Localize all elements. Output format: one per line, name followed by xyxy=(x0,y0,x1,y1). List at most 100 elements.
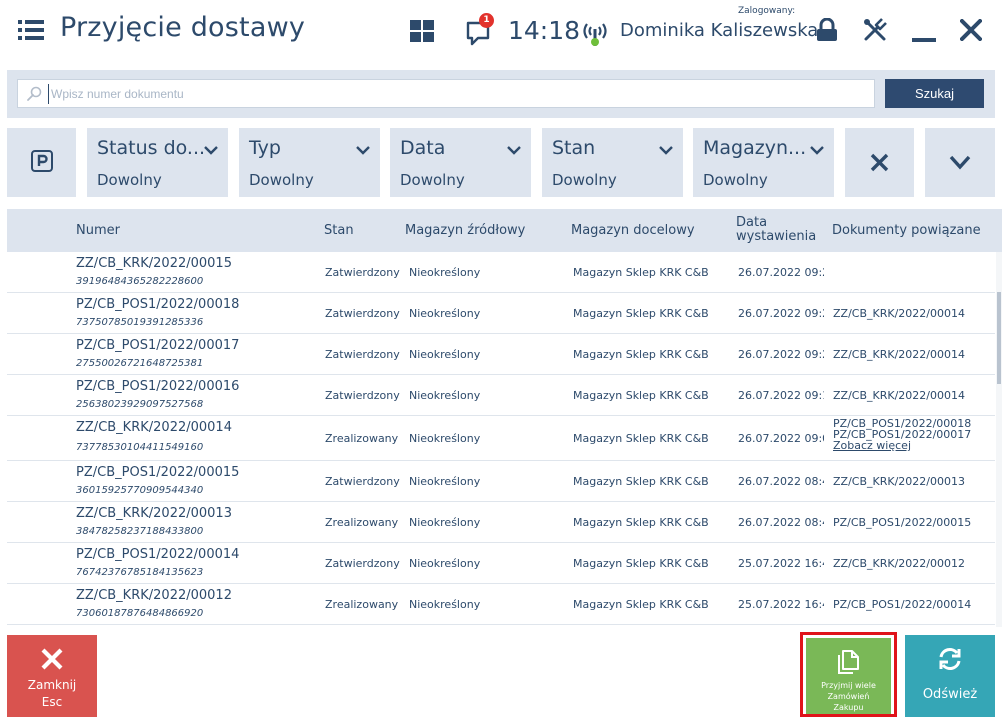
filter-value: Dowolny xyxy=(97,171,162,189)
document-state: Zrealizowany xyxy=(325,432,399,445)
filter-value: Dowolny xyxy=(400,171,465,189)
close-icon xyxy=(41,648,63,670)
issue-date: 26.07.2022 09:2 xyxy=(738,348,824,361)
menu-icon[interactable] xyxy=(18,19,44,41)
document-number: ZZ/CB_KRK/2022/00015 xyxy=(76,256,232,271)
accept-multiple-orders-label: Przyjmij wiele Zamówień Zakupu xyxy=(806,680,891,713)
column-header-target-warehouse[interactable]: Magazyn docelowy xyxy=(571,224,695,238)
search-field[interactable] xyxy=(17,79,875,108)
document-state: Zrealizowany xyxy=(325,516,399,529)
filter-label: Stan xyxy=(552,137,596,159)
documents-table: Numer Stan Magazyn źródłowy Magazyn doce… xyxy=(7,209,1002,627)
document-number: PZ/CB_POS1/2022/00016 xyxy=(76,379,240,394)
issue-date: 26.07.2022 09:2 xyxy=(738,266,824,279)
filter-state[interactable]: Stan Dowolny xyxy=(542,128,683,197)
documents-icon xyxy=(838,650,859,674)
accept-multiple-orders-button-face: Przyjmij wiele Zamówień Zakupu xyxy=(806,638,891,714)
column-header-date-line: wystawienia xyxy=(736,229,817,244)
close-button[interactable]: Zamknij Esc xyxy=(7,635,97,717)
source-warehouse: Nieokreślony xyxy=(409,307,481,320)
refresh-button[interactable]: Odśwież xyxy=(905,635,995,717)
target-warehouse: Magazyn Sklep KRK C&B xyxy=(573,307,709,320)
related-documents: PZ/CB_POS1/2022/00015 xyxy=(833,516,972,529)
table-row[interactable]: PZ/CB_POS1/2022/00014 767423767851841356… xyxy=(7,543,995,584)
search-button[interactable]: Szukaj xyxy=(885,79,984,108)
search-input[interactable] xyxy=(48,84,868,104)
source-warehouse: Nieokreślony xyxy=(409,557,481,570)
search-icon xyxy=(27,86,42,101)
column-header-related-documents[interactable]: Dokumenty powiązane xyxy=(832,224,981,238)
lock-icon[interactable] xyxy=(816,18,838,42)
document-state: Zatwierdzony xyxy=(325,475,400,488)
source-warehouse: Nieokreślony xyxy=(409,475,481,488)
tiles-icon[interactable] xyxy=(410,20,434,42)
close-label-line: Zamknij xyxy=(27,678,77,692)
document-state: Zatwierdzony xyxy=(325,266,400,279)
source-warehouse: Nieokreślony xyxy=(409,348,481,361)
filter-value: Dowolny xyxy=(703,171,768,189)
document-code: 3919648436528222860​0 xyxy=(76,276,204,287)
document-number: PZ/CB_POS1/2022/00018 xyxy=(76,297,240,312)
document-code: 76742376785184135623 xyxy=(76,567,204,578)
chevron-down-icon xyxy=(949,155,971,170)
target-warehouse: Magazyn Sklep KRK C&B xyxy=(573,475,709,488)
filter-value: Dowolny xyxy=(552,171,617,189)
chevron-down-icon xyxy=(810,146,824,155)
scrollbar-thumb[interactable] xyxy=(997,292,1001,384)
accept-label-line: Zamówień xyxy=(827,692,870,701)
chevron-down-icon xyxy=(204,146,218,155)
expand-filters-button[interactable] xyxy=(925,128,995,197)
filter-label: Magazyn... xyxy=(703,137,807,159)
search-bar: Szukaj xyxy=(7,70,995,118)
table-header: Numer Stan Magazyn źródłowy Magazyn doce… xyxy=(7,209,1002,252)
table-row[interactable]: ZZ/CB_KRK/2022/00012 7306018787648486692… xyxy=(7,584,995,625)
tools-icon[interactable] xyxy=(862,17,888,43)
related-documents: PZ/CB_POS1/2022/00014 xyxy=(833,598,972,611)
filter-warehouse[interactable]: Magazyn... Dowolny xyxy=(693,128,834,197)
document-number: ZZ/CB_KRK/2022/00013 xyxy=(76,506,232,521)
document-code: 25638023929097527568 xyxy=(76,399,204,410)
issue-date: 26.07.2022 09:0 xyxy=(738,432,824,445)
accept-multiple-orders-button[interactable]: Przyjmij wiele Zamówień Zakupu xyxy=(800,632,897,717)
table-row[interactable]: PZ/CB_POS1/2022/00017 275500267216487253… xyxy=(7,334,995,375)
table-row[interactable]: ZZ/CB_KRK/2022/00013 3847825823718843380… xyxy=(7,502,995,543)
column-header-state[interactable]: Stan xyxy=(324,224,354,238)
related-documents: ZZ/CB_KRK/2022/00012 xyxy=(833,557,965,570)
table-scrollbar[interactable] xyxy=(996,252,1002,627)
table-row[interactable]: PZ/CB_POS1/2022/00018 737507850193912853… xyxy=(7,293,995,334)
filter-status[interactable]: Status do... Dowolny xyxy=(87,128,228,197)
target-warehouse: Magazyn Sklep KRK C&B xyxy=(573,557,709,570)
document-state: Zrealizowany xyxy=(325,598,399,611)
filter-type[interactable]: Typ Dowolny xyxy=(239,128,380,197)
source-warehouse: Nieokreślony xyxy=(409,432,481,445)
filter-value: Dowolny xyxy=(249,171,314,189)
clear-filters-button[interactable] xyxy=(845,128,914,197)
target-warehouse: Magazyn Sklep KRK C&B xyxy=(573,516,709,529)
column-header-date-line: Data xyxy=(736,215,768,230)
document-state: Zatwierdzony xyxy=(325,348,400,361)
minimize-icon[interactable] xyxy=(912,18,936,44)
filter-label: Data xyxy=(400,137,446,159)
table-row[interactable]: PZ/CB_POS1/2022/00016 256380239290975275… xyxy=(7,375,995,416)
column-header-number[interactable]: Numer xyxy=(76,224,120,238)
parking-filter-button[interactable] xyxy=(7,128,76,197)
connection-status-icon xyxy=(583,23,607,46)
column-header-date[interactable]: Data wystawienia xyxy=(736,216,816,244)
related-documents: ZZ/CB_KRK/2022/00013 xyxy=(833,475,965,488)
table-row[interactable]: ZZ/CB_KRK/2022/00014 7377853010441154916… xyxy=(7,416,995,461)
header-bar: Przyjęcie dostawy 1 14:18 Zalogowany: Do… xyxy=(0,0,1002,62)
document-code: 73778530104411549160 xyxy=(76,442,204,453)
chevron-down-icon xyxy=(659,146,673,155)
filter-date[interactable]: Data Dowolny xyxy=(390,128,531,197)
refresh-button-label: Odśwież xyxy=(922,687,978,702)
column-header-source-warehouse[interactable]: Magazyn źródłowy xyxy=(405,224,525,238)
document-state: Zatwierdzony xyxy=(325,389,400,402)
user-name: Dominika Kaliszewska xyxy=(620,20,819,41)
table-row[interactable]: PZ/CB_POS1/2022/00015 360159257709095443… xyxy=(7,461,995,502)
target-warehouse: Magazyn Sklep KRK C&B xyxy=(573,598,709,611)
close-button-label: Zamknij Esc xyxy=(7,677,97,711)
document-number: PZ/CB_POS1/2022/00015 xyxy=(76,465,240,480)
table-row[interactable]: ZZ/CB_KRK/2022/00015 3919648436528222860… xyxy=(7,252,995,293)
close-icon[interactable] xyxy=(960,19,982,41)
show-more-link[interactable]: Zobacz więcej xyxy=(833,440,971,451)
